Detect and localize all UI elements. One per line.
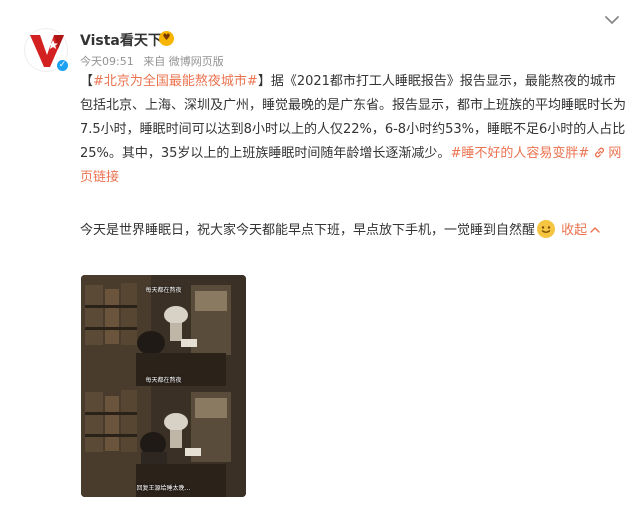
chevron-down-icon[interactable] (604, 14, 620, 26)
hashtag-link-2[interactable]: #睡不好的人容易变胖# (450, 146, 589, 161)
image-caption-3: 回复王源给睡太晚… (136, 485, 191, 492)
verified-badge-icon: ✓ (55, 58, 70, 73)
bracket-close: 】 (257, 74, 271, 89)
collapse-button[interactable]: 收起 (561, 223, 600, 238)
post-body-text-2: 今天是世界睡眠日，祝大家今天都能早点下班，早点放下手机，一觉睡到自然醒 (80, 223, 536, 238)
link-icon (595, 147, 605, 158)
collapse-label: 收起 (561, 223, 588, 238)
post-meta: 今天09:51 来自 微博网页版 (80, 53, 230, 69)
bracket-open: 【 (80, 74, 94, 89)
post-source: 来自 微博网页版 (143, 55, 224, 68)
hashtag-link[interactable]: #北京为全国最能熬夜城市# (93, 74, 258, 89)
post-image[interactable]: 每天都在熬夜 每天都在熬夜 回复王源给睡太晚… (81, 275, 246, 497)
post-text-2: 今天是世界睡眠日，祝大家今天都能早点下班，早点放下手机，一觉睡到自然醒 收起 (80, 218, 626, 244)
heart-eyes-emoji-icon: ♥ (159, 31, 174, 46)
image-frame-bottom: 回复王源给睡太晚… (81, 386, 246, 497)
image-caption-2: 每天都在熬夜 (145, 377, 182, 384)
username[interactable]: Vista看天下 (80, 30, 162, 50)
smile-emoji-icon (537, 220, 556, 238)
post-text: 【#北京为全国最能熬夜城市#】据《2021都市打工人睡眠报告》报告显示，最能熬夜… (80, 70, 626, 190)
chevron-up-icon (590, 227, 600, 233)
image-frame-top: 每天都在熬夜 每天都在熬夜 (81, 275, 246, 386)
image-caption-1: 每天都在熬夜 (145, 287, 182, 294)
post-time[interactable]: 今天09:51 (80, 55, 134, 68)
